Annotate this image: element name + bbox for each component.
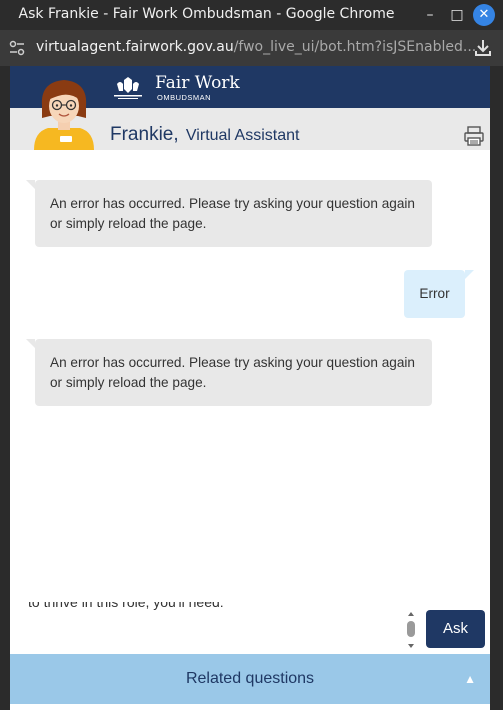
- brand-sub: OMBUDSMAN: [157, 93, 212, 102]
- user-message: Error: [404, 270, 474, 318]
- frankie-avatar: [34, 80, 94, 150]
- url-text[interactable]: virtualagent.fairwork.gov.au/fwo_live_ui…: [36, 39, 476, 55]
- bot-role: Virtual Assistant: [185, 127, 300, 144]
- coat-of-arms-icon: [114, 77, 142, 99]
- question-input[interactable]: to thrive in this role, you'll need:: [18, 602, 418, 654]
- question-input-text: to thrive in this role, you'll need:: [28, 602, 224, 610]
- bot-message: An error has occurred. Please try asking…: [26, 339, 432, 406]
- bot-message: An error has occurred. Please try asking…: [26, 180, 432, 247]
- related-questions-bar[interactable]: Related questions ▲: [10, 654, 490, 704]
- window-title: Ask Frankie - Fair Work Ombudsman - Goog…: [18, 6, 395, 22]
- ask-button[interactable]: Ask: [426, 610, 485, 648]
- chevron-up-icon: ▲: [464, 672, 476, 686]
- close-icon[interactable]: ✕: [473, 4, 495, 26]
- chat-page: Fair Work OMBUDSMAN Frankie, Virtual Ass…: [10, 66, 490, 710]
- print-icon[interactable]: [463, 125, 485, 147]
- bot-title: Frankie, Virtual Assistant: [110, 124, 299, 146]
- url-domain: virtualagent.fairwork.gov.au: [36, 39, 234, 55]
- maximize-icon[interactable]: □: [446, 4, 468, 26]
- input-area: to thrive in this role, you'll need: Ask: [10, 602, 490, 654]
- chat-transcript: An error has occurred. Please try asking…: [10, 150, 490, 602]
- download-icon[interactable]: [472, 37, 494, 59]
- window-titlebar: Ask Frankie - Fair Work Ombudsman - Goog…: [0, 0, 503, 30]
- brand-name: Fair Work: [155, 73, 240, 93]
- address-bar[interactable]: virtualagent.fairwork.gov.au/fwo_live_ui…: [0, 30, 503, 66]
- site-settings-icon[interactable]: [8, 39, 26, 57]
- url-path: /fwo_live_ui/bot.htm?isJSEnabled...: [233, 39, 477, 55]
- related-questions-label: Related questions: [185, 670, 315, 687]
- input-scrollbar[interactable]: [406, 610, 416, 650]
- bot-name: Frankie,: [110, 124, 179, 145]
- minimize-icon[interactable]: –: [419, 4, 441, 26]
